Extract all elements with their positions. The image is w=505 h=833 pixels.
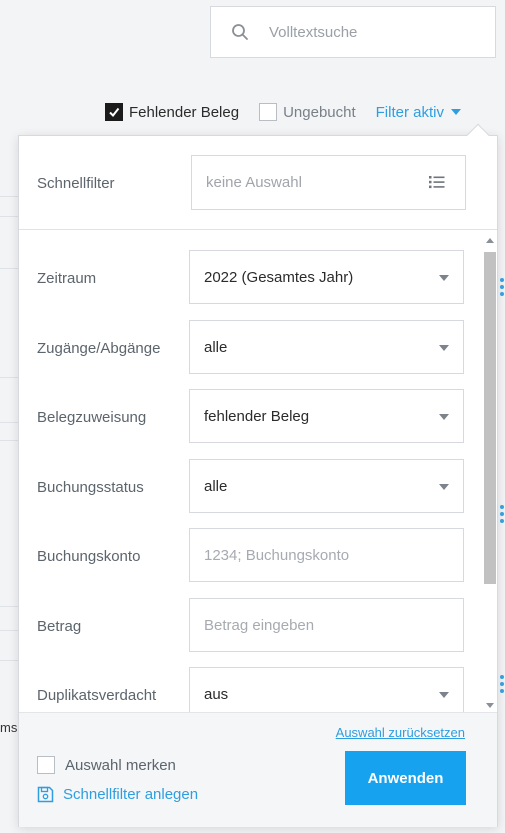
filter-fields-scroll-area[interactable]: Zeitraum 2022 (Gesamtes Jahr) Zugänge/Ab…: [19, 230, 497, 712]
filter-active-label: Filter aktiv: [375, 103, 444, 121]
duplicate-value: aus: [204, 685, 229, 703]
background-row-divider: [0, 660, 18, 661]
scrollbar[interactable]: [484, 236, 496, 708]
list-icon: [429, 175, 445, 193]
flows-select[interactable]: alle: [189, 320, 464, 374]
filter-active-toggle[interactable]: Filter aktiv: [376, 104, 461, 121]
background-row-divider: [0, 440, 18, 441]
duplicate-label: Duplikatsverdacht: [37, 687, 157, 704]
chevron-down-icon: [439, 414, 449, 420]
background-clipped-text: ms: [0, 720, 18, 735]
panel-footer: Auswahl zurücksetzen Auswahl merken Schn…: [19, 712, 497, 827]
background-row-divider: [0, 216, 18, 217]
assignment-select[interactable]: fehlender Beleg: [189, 389, 464, 443]
background-row-divider: [0, 630, 18, 631]
background-row-divider: [0, 377, 18, 378]
remember-selection-label: Auswahl merken: [65, 756, 176, 774]
chevron-down-icon: [439, 275, 449, 281]
create-quick-filter-link[interactable]: Schnellfilter anlegen: [37, 786, 198, 803]
status-value: alle: [204, 477, 228, 495]
missing-receipt-filter[interactable]: Fehlender Beleg: [105, 103, 239, 121]
unbooked-filter[interactable]: Ungebucht: [259, 103, 356, 121]
row-menu-icon[interactable]: [499, 278, 505, 296]
account-field[interactable]: [189, 528, 464, 582]
quick-filter-value: keine Auswahl: [206, 174, 302, 191]
chevron-down-icon: [439, 345, 449, 351]
missing-receipt-label: Fehlender Beleg: [129, 103, 240, 121]
status-select[interactable]: alle: [189, 459, 464, 513]
missing-receipt-checkbox[interactable]: [105, 103, 123, 121]
background-row-divider: [0, 606, 18, 607]
scrollbar-thumb[interactable]: [484, 252, 496, 584]
status-label: Buchungsstatus: [37, 479, 144, 496]
unbooked-checkbox[interactable]: [259, 103, 278, 121]
filter-panel: Schnellfilter keine Auswahl Zeitraum 202…: [18, 135, 498, 827]
account-label: Buchungskonto: [37, 548, 141, 565]
duplicate-select[interactable]: aus: [189, 667, 464, 712]
scroll-down-icon[interactable]: [486, 703, 494, 708]
remember-selection-checkbox[interactable]: [37, 756, 55, 774]
quick-filter-label: Schnellfilter: [37, 175, 115, 192]
fulltext-search[interactable]: [210, 6, 496, 58]
background-row-divider: [0, 268, 18, 269]
amount-label: Betrag: [37, 618, 82, 635]
background-row-divider: [0, 422, 18, 423]
row-menu-icon[interactable]: [499, 675, 505, 693]
chevron-down-icon: [439, 484, 449, 490]
apply-button[interactable]: Anwenden: [345, 751, 466, 805]
background-row-divider: [0, 196, 18, 197]
search-input[interactable]: [269, 23, 469, 41]
search-icon: [211, 23, 269, 41]
amount-field[interactable]: [189, 598, 464, 652]
unbooked-label: Ungebucht: [283, 103, 356, 121]
period-select[interactable]: 2022 (Gesamtes Jahr): [189, 250, 464, 304]
quick-filter-select[interactable]: keine Auswahl: [191, 155, 466, 210]
filter-bar: Fehlender Beleg Ungebucht Filter aktiv: [105, 100, 461, 124]
remember-selection[interactable]: Auswahl merken: [37, 756, 176, 774]
row-menu-icon[interactable]: [499, 505, 505, 523]
assignment-label: Belegzuweisung: [37, 409, 147, 426]
caret-down-icon: [450, 109, 461, 115]
save-icon: [37, 786, 54, 803]
assignment-value: fehlender Beleg: [204, 407, 310, 425]
period-value: 2022 (Gesamtes Jahr): [204, 268, 354, 286]
flows-value: alle: [204, 338, 228, 356]
chevron-down-icon: [439, 692, 449, 698]
period-label: Zeitraum: [37, 270, 97, 287]
account-input[interactable]: [204, 546, 444, 564]
flows-label: Zugänge/Abgänge: [37, 340, 161, 357]
amount-input[interactable]: [204, 616, 444, 634]
reset-selection-link[interactable]: Auswahl zurücksetzen: [336, 725, 465, 740]
create-quick-filter-label: Schnellfilter anlegen: [63, 786, 199, 803]
scroll-up-icon[interactable]: [486, 238, 494, 243]
